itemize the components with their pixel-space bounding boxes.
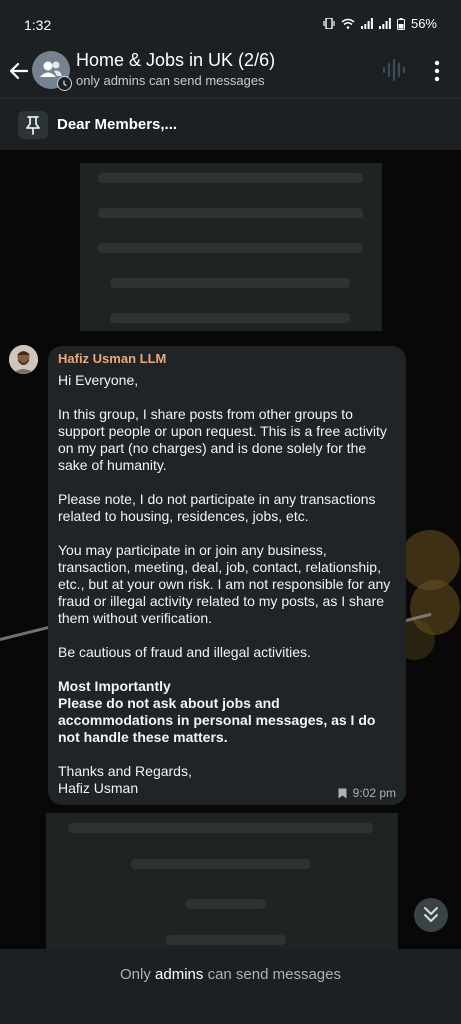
chat-header: Home & Jobs in UK (2/6) only admins can … [0,46,461,98]
status-bar: 1:32 56% [0,0,461,46]
background-stem [0,625,49,641]
message-time: 9:02 pm [352,786,396,800]
wifi-icon [341,18,355,29]
notice-prefix: Only [120,966,151,983]
back-arrow-icon[interactable] [6,58,32,84]
chat-title[interactable]: Home & Jobs in UK (2/6) [76,50,275,71]
message-greeting: Hi Everyone, [58,372,139,388]
bookmark-icon [338,788,347,798]
message-paragraph: Be cautious of fraud and illegal activit… [58,644,311,660]
blurred-message[interactable] [46,813,398,949]
signal-icon [360,18,373,29]
message-signature: Hafiz Usman [58,780,139,796]
battery-percent: 56% [410,16,437,31]
notice-suffix: can send messages [207,966,341,983]
voice-chat-icon[interactable] [380,58,408,82]
sender-name[interactable]: Hafiz Usman LLM [58,351,166,366]
message-bold-text: Please do not ask about jobs and accommo… [58,695,376,745]
message-bubble[interactable]: Hafiz Usman LLM Hi Everyone, In this gro… [48,346,406,805]
chat-subtitle: only admins can send messages [76,73,265,88]
more-vertical-icon[interactable] [428,58,446,84]
battery-icon [396,17,405,30]
message-meta: 9:02 pm [338,786,396,800]
pin-icon [18,111,48,139]
message-paragraph: In this group, I share posts from other … [58,406,387,473]
message-closing: Thanks and Regards, [58,763,192,779]
admins-only-notice: Only admins can send messages [0,966,461,983]
status-icons: 56% [323,16,437,31]
notice-highlight: admins [155,966,204,983]
double-chevron-down-icon [424,907,438,922]
signal-icon [378,18,391,29]
pinned-message-bar[interactable]: Dear Members,... [0,98,461,150]
blurred-message[interactable] [80,163,382,331]
vibrate-icon [323,18,335,29]
message-paragraph: You may participate in or join any busin… [58,542,391,626]
bottom-bar: Only admins can send messages [0,949,461,1024]
message-bold-heading: Most Importantly [58,678,171,694]
message-paragraph: Please note, I do not participate in any… [58,491,376,524]
message-text: Hi Everyone, In this group, I share post… [58,372,398,797]
sender-avatar[interactable] [9,345,38,374]
clock-icon [57,76,72,91]
pinned-message-text: Dear Members,... [57,116,178,133]
scroll-down-button[interactable] [414,898,448,932]
status-time: 1:32 [24,17,52,33]
